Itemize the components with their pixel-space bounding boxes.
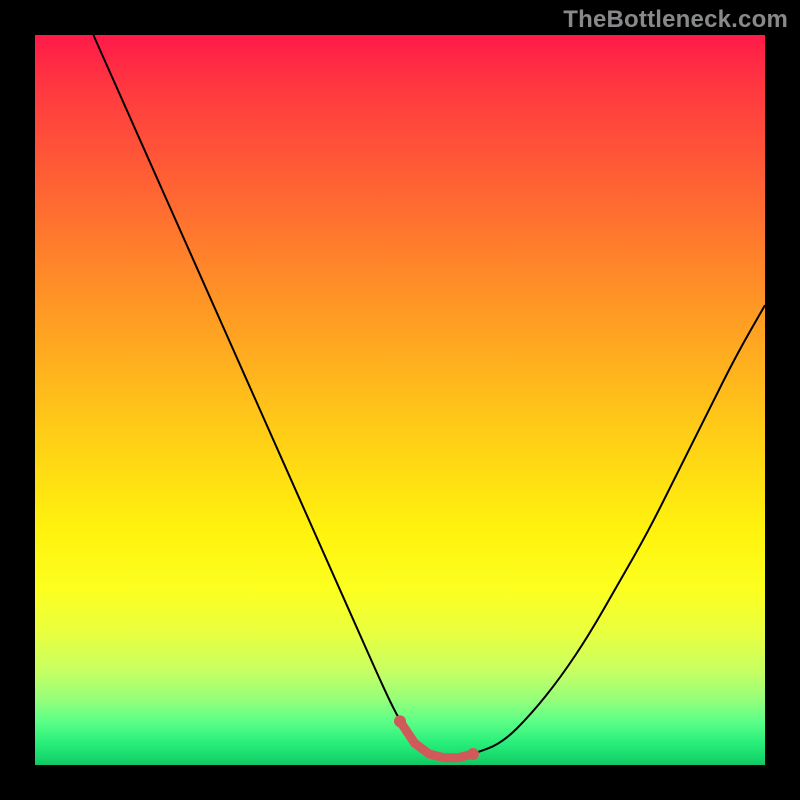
watermark-text: TheBottleneck.com [563,6,788,34]
curve-layer [35,35,765,765]
bottleneck-curve [93,35,765,758]
valley-end-dot [467,748,479,760]
valley-start-dot [394,715,406,727]
chart-frame: TheBottleneck.com [0,0,800,800]
valley-highlight [400,721,473,758]
